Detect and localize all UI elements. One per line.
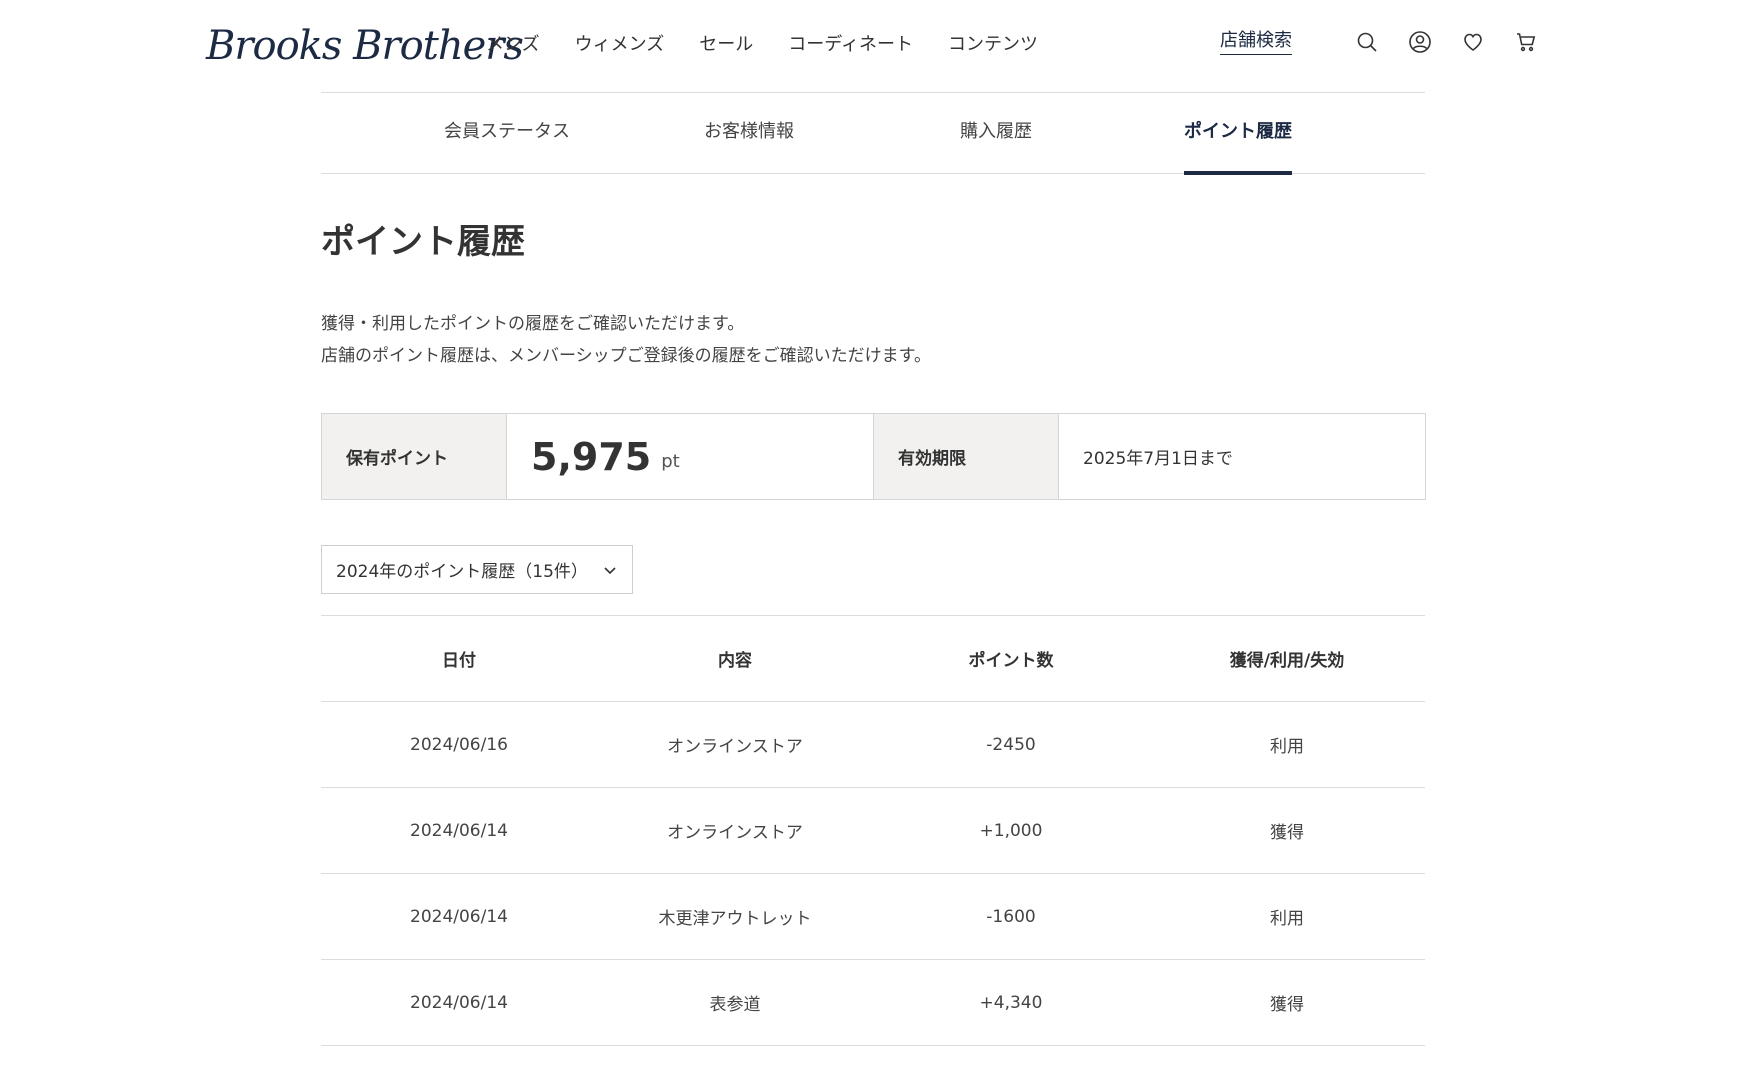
brand-logo[interactable]: Brooks Brothers xyxy=(206,20,524,72)
row-date: 2024/06/14 xyxy=(410,906,508,927)
row-content: オンラインストア xyxy=(667,737,803,757)
header-type: 獲得/利用/失効 xyxy=(1229,651,1345,671)
points-value-cell: 5,975 pt xyxy=(507,414,874,499)
chevron-down-icon xyxy=(602,562,618,578)
tab-point-history[interactable]: ポイント履歴 xyxy=(1184,93,1292,175)
table-row: 2024/06/14 表参道 +4,340 獲得 xyxy=(321,959,1425,1045)
row-date: 2024/06/14 xyxy=(410,992,508,1013)
row-content: 木更津アウトレット xyxy=(658,909,812,929)
tab-customer-info[interactable]: お客様情報 xyxy=(704,93,794,174)
row-type: 獲得 xyxy=(1270,823,1304,843)
header-points: ポイント数 xyxy=(968,651,1054,671)
description-line-1: 獲得・利用したポイントの履歴をご確認いただけます。 xyxy=(321,314,745,334)
table-row: 2024/06/16 オンラインストア -2450 利用 xyxy=(321,701,1425,787)
year-select[interactable]: 2024年のポイント履歴（15件） xyxy=(321,545,633,594)
points-summary: 保有ポイント 5,975 pt 有効期限 2025年7月1日まで xyxy=(321,413,1426,500)
nav-sale[interactable]: セール xyxy=(699,30,753,60)
expiry-label: 有効期限 xyxy=(874,414,1059,499)
main-nav: メンズ ウィメンズ セール コーディネート コンテンツ xyxy=(486,30,1073,60)
header-date: 日付 xyxy=(442,651,476,671)
search-icon[interactable] xyxy=(1355,30,1379,54)
row-content: オンラインストア xyxy=(667,823,803,843)
row-type: 獲得 xyxy=(1270,995,1304,1015)
year-select-value: 2024年のポイント履歴（15件） xyxy=(336,562,588,582)
nav-mens[interactable]: メンズ xyxy=(486,30,540,60)
row-points: -2450 xyxy=(986,734,1036,755)
page-description: 獲得・利用したポイントの履歴をご確認いただけます。 店舗のポイント履歴は、メンバ… xyxy=(321,308,931,372)
table-row-divider xyxy=(321,1045,1425,1046)
points-unit: pt xyxy=(661,451,680,472)
row-date: 2024/06/16 xyxy=(410,734,508,755)
account-icon[interactable] xyxy=(1408,30,1432,54)
row-content: 表参道 xyxy=(709,995,761,1015)
table-row: 2024/06/14 木更津アウトレット -1600 利用 xyxy=(321,873,1425,959)
header-content: 内容 xyxy=(718,651,752,671)
row-type: 利用 xyxy=(1270,737,1304,757)
nav-womens[interactable]: ウィメンズ xyxy=(575,30,665,60)
store-search-link[interactable]: 店舗検索 xyxy=(1220,28,1292,55)
points-balance: 5,975 xyxy=(531,434,652,479)
row-date: 2024/06/14 xyxy=(410,820,508,841)
point-history-table: 日付 内容 ポイント数 獲得/利用/失効 2024/06/16 オンラインストア… xyxy=(321,615,1425,1046)
heart-icon[interactable] xyxy=(1461,30,1485,54)
cart-icon[interactable] xyxy=(1514,30,1538,54)
table-header-row: 日付 内容 ポイント数 獲得/利用/失効 xyxy=(321,615,1425,701)
row-points: +1,000 xyxy=(979,820,1043,841)
nav-contents[interactable]: コンテンツ xyxy=(948,30,1038,60)
nav-coordinate[interactable]: コーディネート xyxy=(788,30,913,60)
row-points: +4,340 xyxy=(979,992,1043,1013)
expiry-value: 2025年7月1日まで xyxy=(1083,449,1233,469)
tab-member-status[interactable]: 会員ステータス xyxy=(444,93,570,174)
description-line-2: 店舗のポイント履歴は、メンバーシップご登録後の履歴をご確認いただけます。 xyxy=(321,346,931,366)
account-tabs: 会員ステータス お客様情報 購入履歴 ポイント履歴 xyxy=(321,93,1425,175)
points-label: 保有ポイント xyxy=(322,414,507,499)
row-points: -1600 xyxy=(986,906,1036,927)
header-utilities: 店舗検索 xyxy=(1220,28,1538,55)
page-title: ポイント履歴 xyxy=(321,222,525,262)
site-header: Brooks Brothers メンズ ウィメンズ セール コーディネート コン… xyxy=(0,0,1760,92)
tab-purchase-history[interactable]: 購入履歴 xyxy=(960,93,1032,174)
row-type: 利用 xyxy=(1270,909,1304,929)
table-row: 2024/06/14 オンラインストア +1,000 獲得 xyxy=(321,787,1425,873)
